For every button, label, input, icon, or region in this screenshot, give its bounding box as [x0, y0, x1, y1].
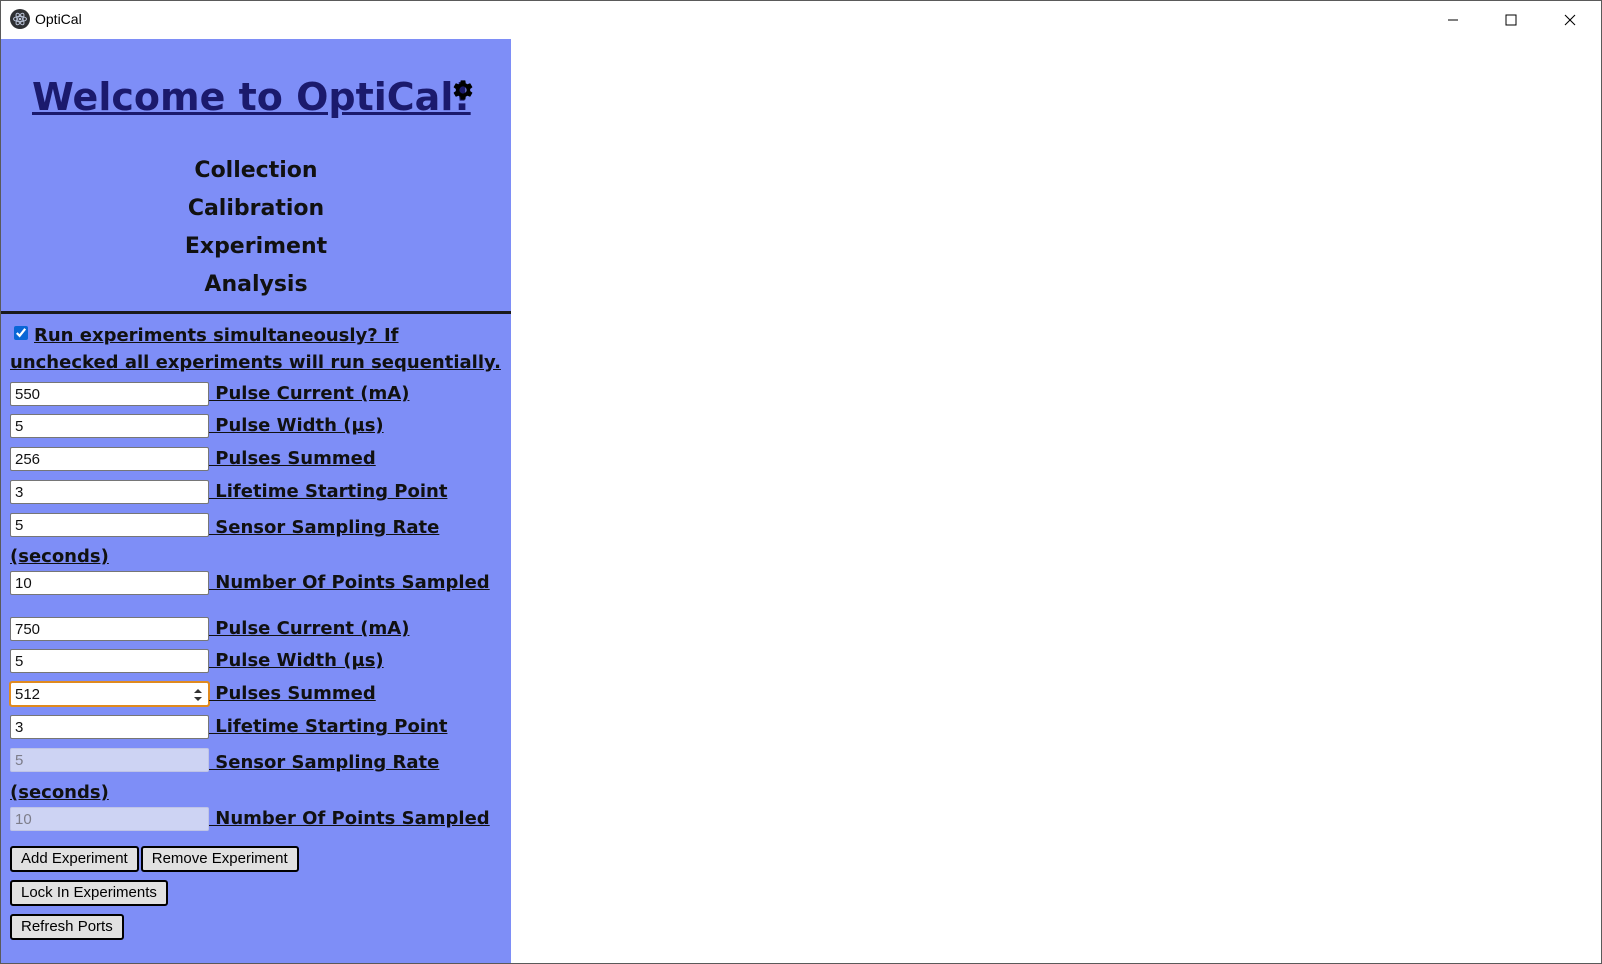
experiment-form: Run experiments simultaneously? If unche… — [9, 322, 505, 840]
exp1-pulse-current-input[interactable] — [10, 382, 209, 406]
simultaneous-option: Run experiments simultaneously? If unche… — [10, 322, 505, 376]
exp1-pulses-summed-row: Pulses Summed — [10, 447, 505, 480]
exp2-sampling-rate-input — [10, 748, 209, 772]
exp2-pulse-current-input[interactable] — [10, 617, 209, 641]
exp1-pulse-width-row: Pulse Width (µs) — [10, 414, 505, 447]
welcome-title-link[interactable]: Welcome to OptiCal! — [32, 75, 471, 119]
exp1-points-sampled-input[interactable] — [10, 571, 209, 595]
exp1-pulse-width-input[interactable] — [10, 414, 209, 438]
exp2-pulses-summed-row: Pulses Summed — [9, 681, 505, 715]
lock-actions: Lock In Experiments — [10, 880, 168, 906]
sidebar: Welcome to OptiCal! Collection Calibrati… — [1, 39, 511, 963]
close-icon — [1564, 14, 1576, 26]
maximize-icon — [1505, 14, 1517, 26]
port-actions: Refresh Ports — [10, 914, 124, 940]
exp2-pulse-width-row: Pulse Width (µs) — [10, 649, 505, 682]
maximize-button[interactable] — [1482, 1, 1540, 39]
exp1-sampling-rate-row: Sensor Sampling Rate (seconds) — [10, 513, 505, 571]
exp2-points-sampled-row: Number Of Points Sampled — [10, 807, 505, 840]
main-content-area — [511, 39, 1601, 963]
remove-experiment-button[interactable]: Remove Experiment — [140, 846, 299, 872]
exp1-pulses-summed-label: Pulses Summed — [209, 448, 376, 469]
exp2-points-sampled-input — [10, 807, 209, 831]
lock-in-experiments-button[interactable]: Lock In Experiments — [10, 880, 168, 906]
exp2-lifetime-start-row: Lifetime Starting Point — [10, 715, 505, 748]
section-divider — [1, 311, 511, 314]
main-nav: Collection Calibration Experiment Analys… — [1, 152, 511, 304]
exp2-lifetime-start-label: Lifetime Starting Point — [209, 716, 448, 737]
exp2-pulse-width-input[interactable] — [10, 649, 209, 673]
close-button[interactable] — [1541, 1, 1599, 39]
experiment-actions: Add Experiment Remove Experiment — [10, 846, 299, 872]
nav-item-analysis[interactable]: Analysis — [1, 266, 511, 304]
window-title: OptiCal — [35, 11, 82, 27]
exp2-points-sampled-label: Number Of Points Sampled — [209, 808, 490, 829]
exp1-sampling-rate-input[interactable] — [10, 513, 209, 537]
minimize-button[interactable] — [1424, 1, 1482, 39]
spinner-arrows-icon[interactable] — [193, 687, 203, 703]
nav-item-collection[interactable]: Collection — [1, 152, 511, 190]
settings-button[interactable] — [451, 78, 475, 102]
exp1-pulse-current-row: Pulse Current (mA) — [10, 382, 505, 414]
title-bar[interactable]: OptiCal — [1, 1, 1601, 39]
experiment-1: Pulse Current (mA) Pulse Width (µs) Puls… — [10, 382, 505, 617]
refresh-ports-button[interactable]: Refresh Ports — [10, 914, 124, 940]
simultaneous-checkbox[interactable] — [14, 326, 28, 340]
exp2-sampling-rate-row: Sensor Sampling Rate (seconds) — [10, 748, 505, 807]
exp1-lifetime-start-input[interactable] — [10, 480, 209, 504]
app-window: OptiCal Welcome to OptiCal! Collection C… — [0, 0, 1602, 964]
nav-item-experiment[interactable]: Experiment — [1, 228, 511, 266]
exp1-pulse-current-label: Pulse Current (mA) — [209, 383, 410, 404]
exp2-pulse-current-row: Pulse Current (mA) — [10, 617, 505, 649]
nav-item-calibration[interactable]: Calibration — [1, 190, 511, 228]
exp1-points-sampled-row: Number Of Points Sampled — [10, 571, 505, 617]
exp1-points-sampled-label: Number Of Points Sampled — [209, 572, 490, 593]
exp1-pulses-summed-input[interactable] — [10, 447, 209, 471]
exp1-lifetime-start-row: Lifetime Starting Point — [10, 480, 505, 513]
minimize-icon — [1448, 19, 1458, 21]
exp2-pulse-width-label: Pulse Width (µs) — [209, 650, 384, 671]
exp2-pulses-summed-input[interactable] — [9, 681, 210, 707]
gear-icon — [453, 80, 473, 100]
experiment-2: Pulse Current (mA) Pulse Width (µs) Puls… — [9, 617, 505, 840]
exp1-pulse-width-label: Pulse Width (µs) — [209, 415, 384, 436]
exp1-lifetime-start-label: Lifetime Starting Point — [209, 481, 448, 502]
simultaneous-label[interactable]: Run experiments simultaneously? If unche… — [10, 325, 501, 373]
exp2-pulses-summed-label: Pulses Summed — [209, 683, 376, 704]
exp2-lifetime-start-input[interactable] — [10, 715, 209, 739]
add-experiment-button[interactable]: Add Experiment — [10, 846, 139, 872]
app-logo-icon — [10, 9, 30, 29]
exp2-pulse-current-label: Pulse Current (mA) — [209, 618, 410, 639]
